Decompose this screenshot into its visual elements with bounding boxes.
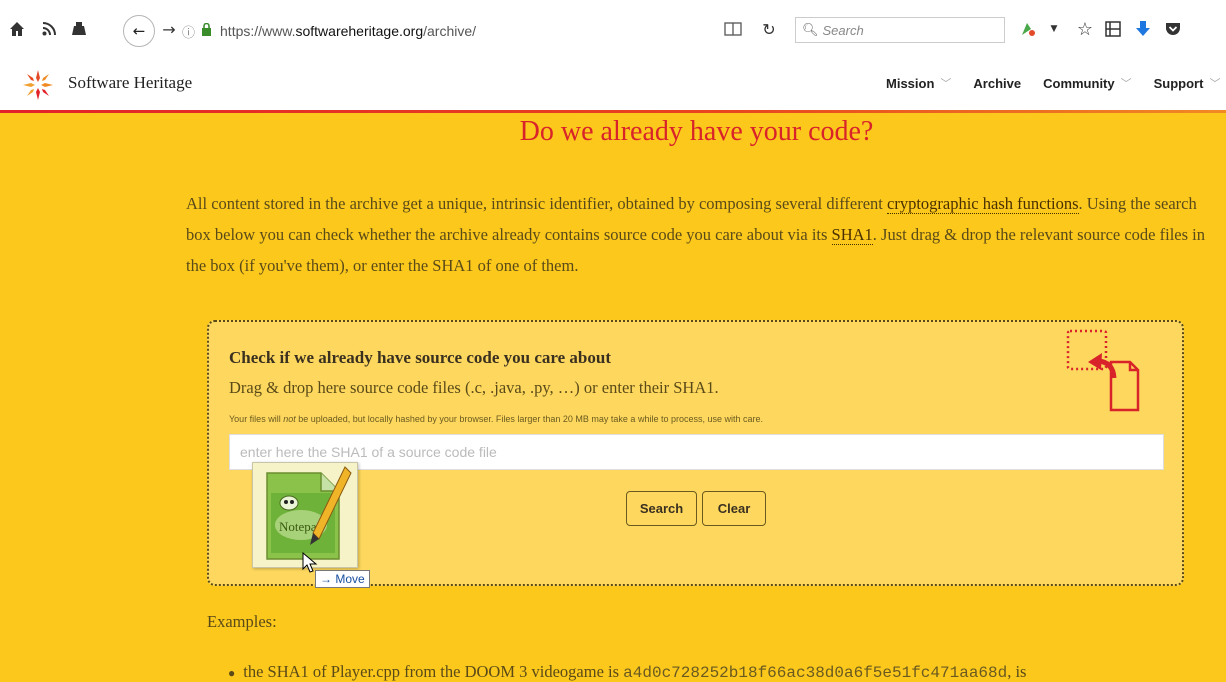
- reload-icon[interactable]: ↻: [760, 20, 778, 39]
- url-path: /archive/: [423, 23, 477, 39]
- browser-toolbar: ← → ⓘ https://www.softwareheritage.org/a…: [0, 0, 1226, 60]
- chevron-down-icon: ﹀: [1120, 77, 1132, 90]
- example-hash[interactable]: a4d0c728252b18f66ac38d0a6f5e51fc471aa68d: [623, 664, 1007, 682]
- page-title: Do we already have your code?: [519, 116, 874, 147]
- intro-paragraph: All content stored in the archive get a …: [186, 188, 1216, 281]
- example-text: the SHA1 of Player.cpp from the DOOM 3 v…: [243, 662, 620, 681]
- nav-label: Archive: [973, 75, 1022, 91]
- extension-icon[interactable]: [1019, 20, 1037, 38]
- library-icon[interactable]: [1104, 20, 1122, 38]
- site-header: Software Heritage Mission ﹀ Archive Commu…: [0, 60, 1226, 113]
- software-heritage-logo[interactable]: [21, 68, 55, 102]
- bullet-icon: ●: [228, 666, 236, 680]
- hash-functions-link[interactable]: cryptographic hash functions: [887, 194, 1079, 214]
- url-bar[interactable]: ⓘ https://www.softwareheritage.org/archi…: [160, 17, 788, 45]
- nav-label: Mission: [886, 75, 935, 91]
- note-emphasis: not: [283, 414, 296, 424]
- sha1-input[interactable]: [229, 434, 1164, 470]
- download-icon[interactable]: [1134, 20, 1152, 38]
- search-button[interactable]: Search: [626, 491, 697, 526]
- search-icon: 🔍︎: [802, 22, 819, 38]
- nav-item-archive[interactable]: Archive: [973, 75, 1021, 91]
- reader-view-icon[interactable]: [724, 20, 742, 38]
- info-icon[interactable]: ⓘ: [182, 22, 195, 41]
- bookmark-star-icon[interactable]: ☆: [1076, 19, 1094, 40]
- drag-drop-file-icon: [1064, 328, 1148, 414]
- nav-item-mission[interactable]: Mission ﹀: [886, 75, 951, 91]
- browser-search-input[interactable]: 🔍︎ Search: [795, 17, 1005, 43]
- home-icon[interactable]: [8, 20, 26, 38]
- note-text: Your files will: [229, 414, 281, 424]
- example-item: ● the SHA1 of Player.cpp from the DOOM 3 …: [228, 662, 1226, 682]
- drag-move-tooltip: → Move: [315, 570, 370, 588]
- url-text[interactable]: https://www.softwareheritage.org/archive…: [220, 23, 476, 39]
- user-icon[interactable]: [70, 20, 88, 38]
- nav-item-support[interactable]: Support ﹀: [1154, 75, 1221, 91]
- pocket-icon[interactable]: [1164, 20, 1182, 38]
- nav-label: Community: [1043, 75, 1115, 91]
- chevron-down-icon: ﹀: [1209, 77, 1221, 90]
- examples-heading: Examples:: [207, 612, 277, 631]
- rss-icon[interactable]: [40, 20, 58, 38]
- nav-item-community[interactable]: Community ﹀: [1043, 75, 1132, 91]
- drop-zone-note: Your files will not be uploaded, but loc…: [229, 414, 763, 424]
- site-brand[interactable]: Software Heritage: [68, 73, 192, 93]
- drop-zone-subtitle: Drag & drop here source code files (.c, …: [229, 378, 719, 397]
- lock-icon: [201, 22, 212, 39]
- header-divider: [0, 110, 1226, 113]
- chevron-down-icon: ﹀: [940, 77, 952, 90]
- intro-text: All content stored in the archive get a …: [186, 194, 883, 213]
- url-prefix: https://www.: [220, 23, 296, 39]
- note-text: be uploaded, but locally hashed by your …: [298, 414, 763, 424]
- main-nav: Mission ﹀ Archive Community ﹀ Support ﹀: [886, 75, 1226, 91]
- back-icon[interactable]: ←: [123, 15, 155, 47]
- nav-label: Support: [1153, 75, 1204, 91]
- url-domain: softwareheritage.org: [295, 23, 424, 39]
- dropdown-icon[interactable]: ▼: [1045, 20, 1063, 38]
- search-placeholder: Search: [822, 22, 864, 38]
- sha1-link[interactable]: SHA1: [831, 225, 873, 245]
- drop-zone-title: Check if we already have source code you…: [229, 348, 611, 367]
- clear-button[interactable]: Clear: [702, 491, 766, 526]
- example-text: , is: [1007, 662, 1027, 681]
